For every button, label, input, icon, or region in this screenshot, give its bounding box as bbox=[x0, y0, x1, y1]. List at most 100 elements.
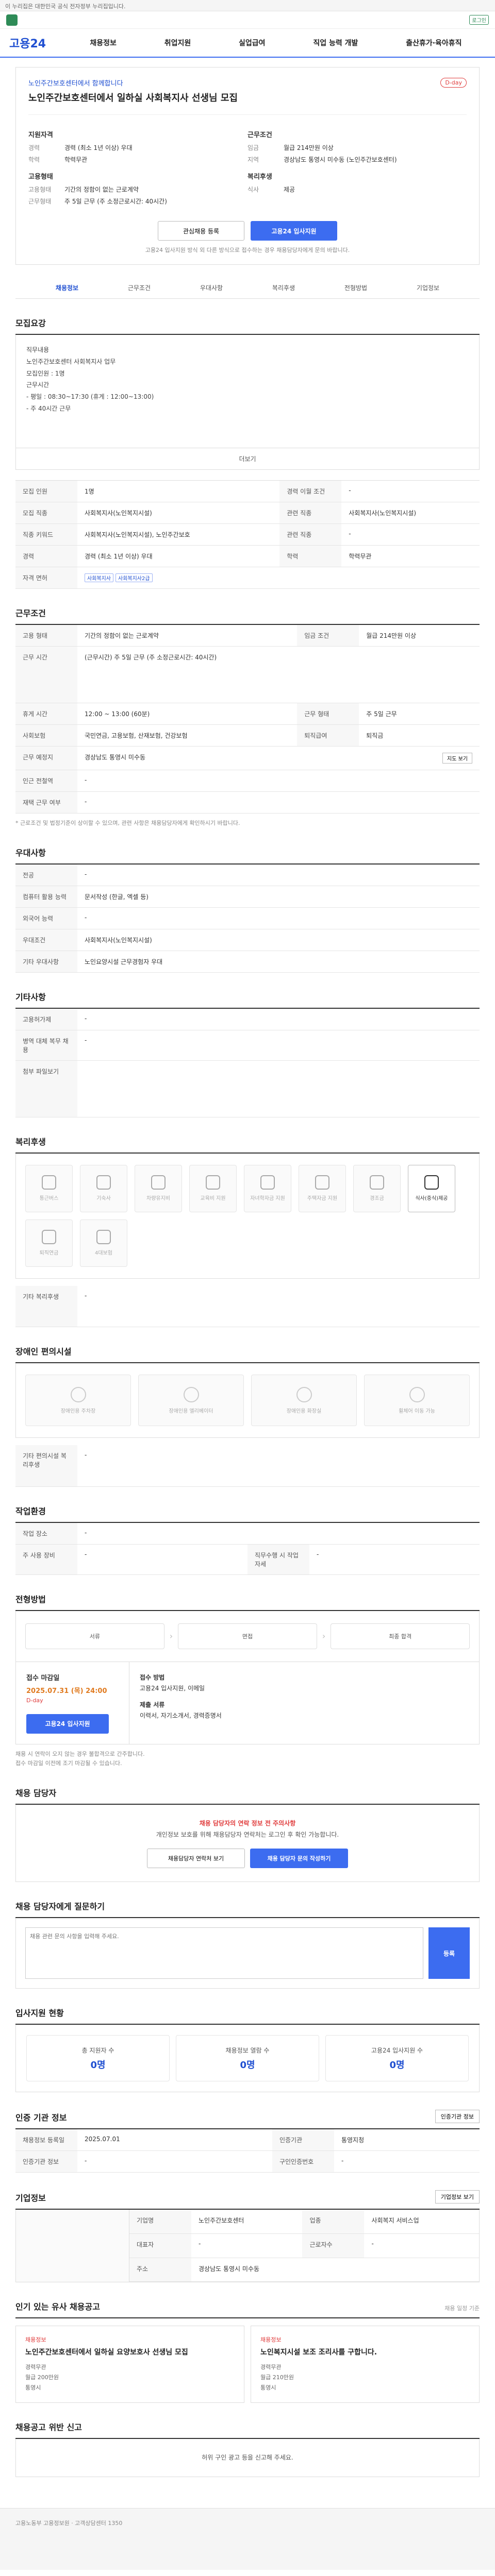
card-title[interactable]: 노인주간보호센터에서 일하실 요양보호사 선생님 모집 bbox=[25, 2347, 235, 2357]
cell-key: 구인인증번호 bbox=[272, 2150, 334, 2173]
deadline-dday: D-day bbox=[26, 1697, 43, 1704]
apply-button[interactable]: 고용24 입사지원 bbox=[251, 221, 337, 241]
welfare-label: 식사(중식)제공 bbox=[415, 1196, 448, 1202]
cell-value: 국민연금, 고용보험, 산재보험, 건강보험 bbox=[77, 724, 298, 747]
recruit-section: 모집요강 직무내용 노인주간보호센터 사회복지사 업무 모집인원 : 1명 근무… bbox=[15, 316, 480, 589]
similar-job-card[interactable]: 채용정보 노인복지시설 보조 조리사를 구합니다. 경력무관 월급 210만원 … bbox=[251, 2326, 480, 2403]
company-info-button[interactable]: 기업정보 보기 bbox=[435, 2190, 480, 2204]
license-tag: 사회복지사 bbox=[85, 573, 113, 582]
cell-value: - bbox=[77, 1445, 480, 1487]
gnb-item-support[interactable]: 취업지원 bbox=[164, 38, 191, 48]
footer-text: 고용노동부 고용정보원 · 고객상담센터 1350 bbox=[15, 2520, 123, 2527]
qa-input[interactable] bbox=[25, 1927, 423, 1979]
pension-icon bbox=[42, 1230, 56, 1245]
dday-badge: D-day bbox=[440, 78, 467, 88]
help-section: 채용공고 위반 신고 허위 구인 광고 등을 신고해 주세요. bbox=[15, 2420, 480, 2478]
cell-value: - bbox=[341, 523, 480, 546]
section-title: 기타사항 bbox=[15, 990, 480, 1009]
section-tabs: 채용정보 근무조건 우대사항 복리후생 전형방법 기업정보 bbox=[15, 277, 480, 299]
cell-key: 퇴직급여 bbox=[297, 724, 359, 747]
home-icon[interactable] bbox=[6, 14, 18, 26]
tab-company[interactable]: 기업정보 bbox=[392, 283, 464, 292]
job-header: D-day 노인주간보호센터에서 함께합니다 노인주간보호센터에서 일하실 사회… bbox=[15, 67, 480, 265]
cell-value: - bbox=[77, 864, 480, 886]
disabled-item: 장애인용 주차장 bbox=[25, 1375, 131, 1427]
method-value: 고용24 입사지원, 이메일 bbox=[140, 1685, 205, 1692]
job-summary: 지원자격 경력 경력 (최소 1년 이상) 우대 학력 학력무관 고용형태 고용형태… bbox=[28, 114, 467, 209]
more-button[interactable]: 더보기 bbox=[15, 448, 480, 470]
login-badge[interactable]: 로그인 bbox=[469, 15, 489, 25]
card-line: 경력무관 bbox=[260, 2364, 282, 2371]
cell-value: 월급 214만원 이상 bbox=[359, 625, 480, 647]
deadline-label: 접수 마감일 bbox=[26, 1674, 60, 1682]
process-flow: 서류 › 면접 › 최종 합격 bbox=[15, 1611, 480, 1662]
map-button[interactable]: 지도 보기 bbox=[442, 753, 472, 764]
cell-value: 노인주간보호센터 bbox=[191, 2210, 303, 2234]
cell-value: 사회복지사(노인복지시설) bbox=[341, 502, 480, 524]
cell-value: 주 5일 근무 bbox=[359, 703, 480, 725]
welfare-item: 식사(중식)제공 bbox=[408, 1164, 455, 1212]
welfare-item: 경조금 bbox=[353, 1164, 401, 1212]
bus-icon bbox=[42, 1175, 56, 1190]
card-title[interactable]: 노인복지시설 보조 조리사를 구합니다. bbox=[260, 2347, 470, 2357]
gnb-item-unemployment[interactable]: 실업급여 bbox=[239, 38, 266, 48]
cell-value: 사회복지사(노인복지시설) bbox=[77, 502, 280, 524]
kv-key: 학력 bbox=[28, 156, 40, 163]
cell-value: 노인요양시설 근무경험자 우대 bbox=[77, 951, 480, 973]
section-title: 인증 기관 정보 bbox=[15, 2113, 67, 2123]
cell-value: - bbox=[77, 791, 480, 814]
tab-conditions[interactable]: 근무조건 bbox=[103, 283, 175, 292]
company-name[interactable]: 노인주간보호센터에서 함께합니다 bbox=[28, 78, 467, 88]
section-title: 복리후생 bbox=[15, 1135, 480, 1154]
stats-cards: 총 지원자 수 0명 채용정보 열람 수 0명 고용24 입사지원 수 0명 bbox=[15, 2025, 480, 2093]
company-table: 기업명 노인주간보호센터 업종 사회복지 서비스업 대표자 - 근로자수 - 주소 경상남도 … bbox=[129, 2210, 479, 2282]
prefer-table: 전공 - 컴퓨터 활용 능력 문서작성 (한글, 엑셀 등) 외국어 능력 - 우대조… bbox=[15, 864, 480, 973]
gnb-item-leave[interactable]: 출산휴가·육아휴직 bbox=[406, 38, 461, 48]
similar-job-card[interactable]: 채용정보 노인주간보호센터에서 일하실 요양보호사 선생님 모집 경력무관 월급… bbox=[15, 2326, 244, 2403]
site-logo[interactable]: 고용24 bbox=[9, 35, 66, 51]
kv-value: 경력 (최소 1년 이상) 우대 bbox=[64, 144, 133, 151]
cell-key: 근무 예정지 bbox=[15, 746, 77, 770]
cell-key: 주소 bbox=[129, 2258, 191, 2282]
others-sub: 채용 일정 기준 bbox=[444, 2305, 480, 2312]
kv-value: 학력무관 bbox=[64, 156, 88, 163]
kv-value: 주 5일 근무 (주 소정근로시간: 40시간) bbox=[64, 198, 167, 205]
cell-key: 우대조건 bbox=[15, 929, 77, 951]
method-label: 접수 방법 bbox=[140, 1673, 165, 1681]
welfare-heading-small: 복리후생 bbox=[248, 173, 272, 181]
section-title: 채용 담당자에게 질문하기 bbox=[15, 1900, 480, 1919]
tab-recruit[interactable]: 채용정보 bbox=[31, 283, 103, 292]
cell-value: 사회복지사(노인복지시설) bbox=[77, 929, 480, 951]
cell-value: 사회복지 서비스업 bbox=[364, 2210, 479, 2234]
gnb-item-jobs[interactable]: 채용정보 bbox=[90, 38, 117, 48]
cell-value: - bbox=[77, 1522, 480, 1545]
stat-label: 총 지원자 수 bbox=[81, 2046, 114, 2054]
cell-value: 기간의 정함이 없는 근로계약 bbox=[77, 625, 298, 647]
elevator-icon bbox=[183, 1386, 199, 1402]
agency-info-button[interactable]: 인증기관 정보 bbox=[435, 2110, 480, 2124]
welfare-item: 기숙사 bbox=[80, 1164, 127, 1212]
disabled-label: 휠체어 이동 가능 bbox=[399, 1408, 435, 1414]
gnb-item-training[interactable]: 직업 능력 개발 bbox=[313, 38, 358, 48]
conditions-note: * 근로조건 및 법정기준이 상이할 수 있으며, 관련 사항은 채용담당자에게… bbox=[15, 820, 240, 826]
qa-submit-button[interactable]: 등록 bbox=[428, 1927, 470, 1979]
cell-value: 통영지청 bbox=[334, 2129, 480, 2151]
recruit-body: 직무내용 노인주간보호센터 사회복지사 업무 모집인원 : 1명 근무시간 - … bbox=[15, 335, 480, 448]
stat-value: 0명 bbox=[240, 2059, 255, 2071]
cell-key: 인증기관 bbox=[272, 2129, 334, 2151]
welfare-label: 기숙사 bbox=[96, 1196, 111, 1202]
disabled-label: 장애인용 엘리베이터 bbox=[169, 1408, 213, 1414]
cell-value: - bbox=[77, 1030, 480, 1061]
apply-button-bottom[interactable]: 고용24 입사지원 bbox=[26, 1714, 109, 1734]
tab-welfare[interactable]: 복리후생 bbox=[248, 283, 320, 292]
worktype-table: 작업 장소 - 주 사용 장비 - 직무수행 시 작업 자세 - bbox=[15, 1522, 480, 1575]
view-contact-button[interactable]: 채용담당자 연락처 보기 bbox=[147, 1849, 245, 1869]
tab-prefer[interactable]: 우대사항 bbox=[175, 283, 248, 292]
cell-key: 인증기관 정보 bbox=[15, 2150, 77, 2173]
welfare-item: 퇴직연금 bbox=[25, 1219, 73, 1267]
tab-process[interactable]: 전형방법 bbox=[320, 283, 392, 292]
gov-banner-text: 이 누리집은 대한민국 공식 전자정부 누리집입니다. bbox=[5, 3, 126, 10]
cell-key: 근로자수 bbox=[302, 2233, 365, 2258]
scrap-button[interactable]: 관심채용 등록 bbox=[158, 221, 244, 241]
write-inquiry-button[interactable]: 채용 담당자 문의 작성하기 bbox=[250, 1849, 348, 1869]
